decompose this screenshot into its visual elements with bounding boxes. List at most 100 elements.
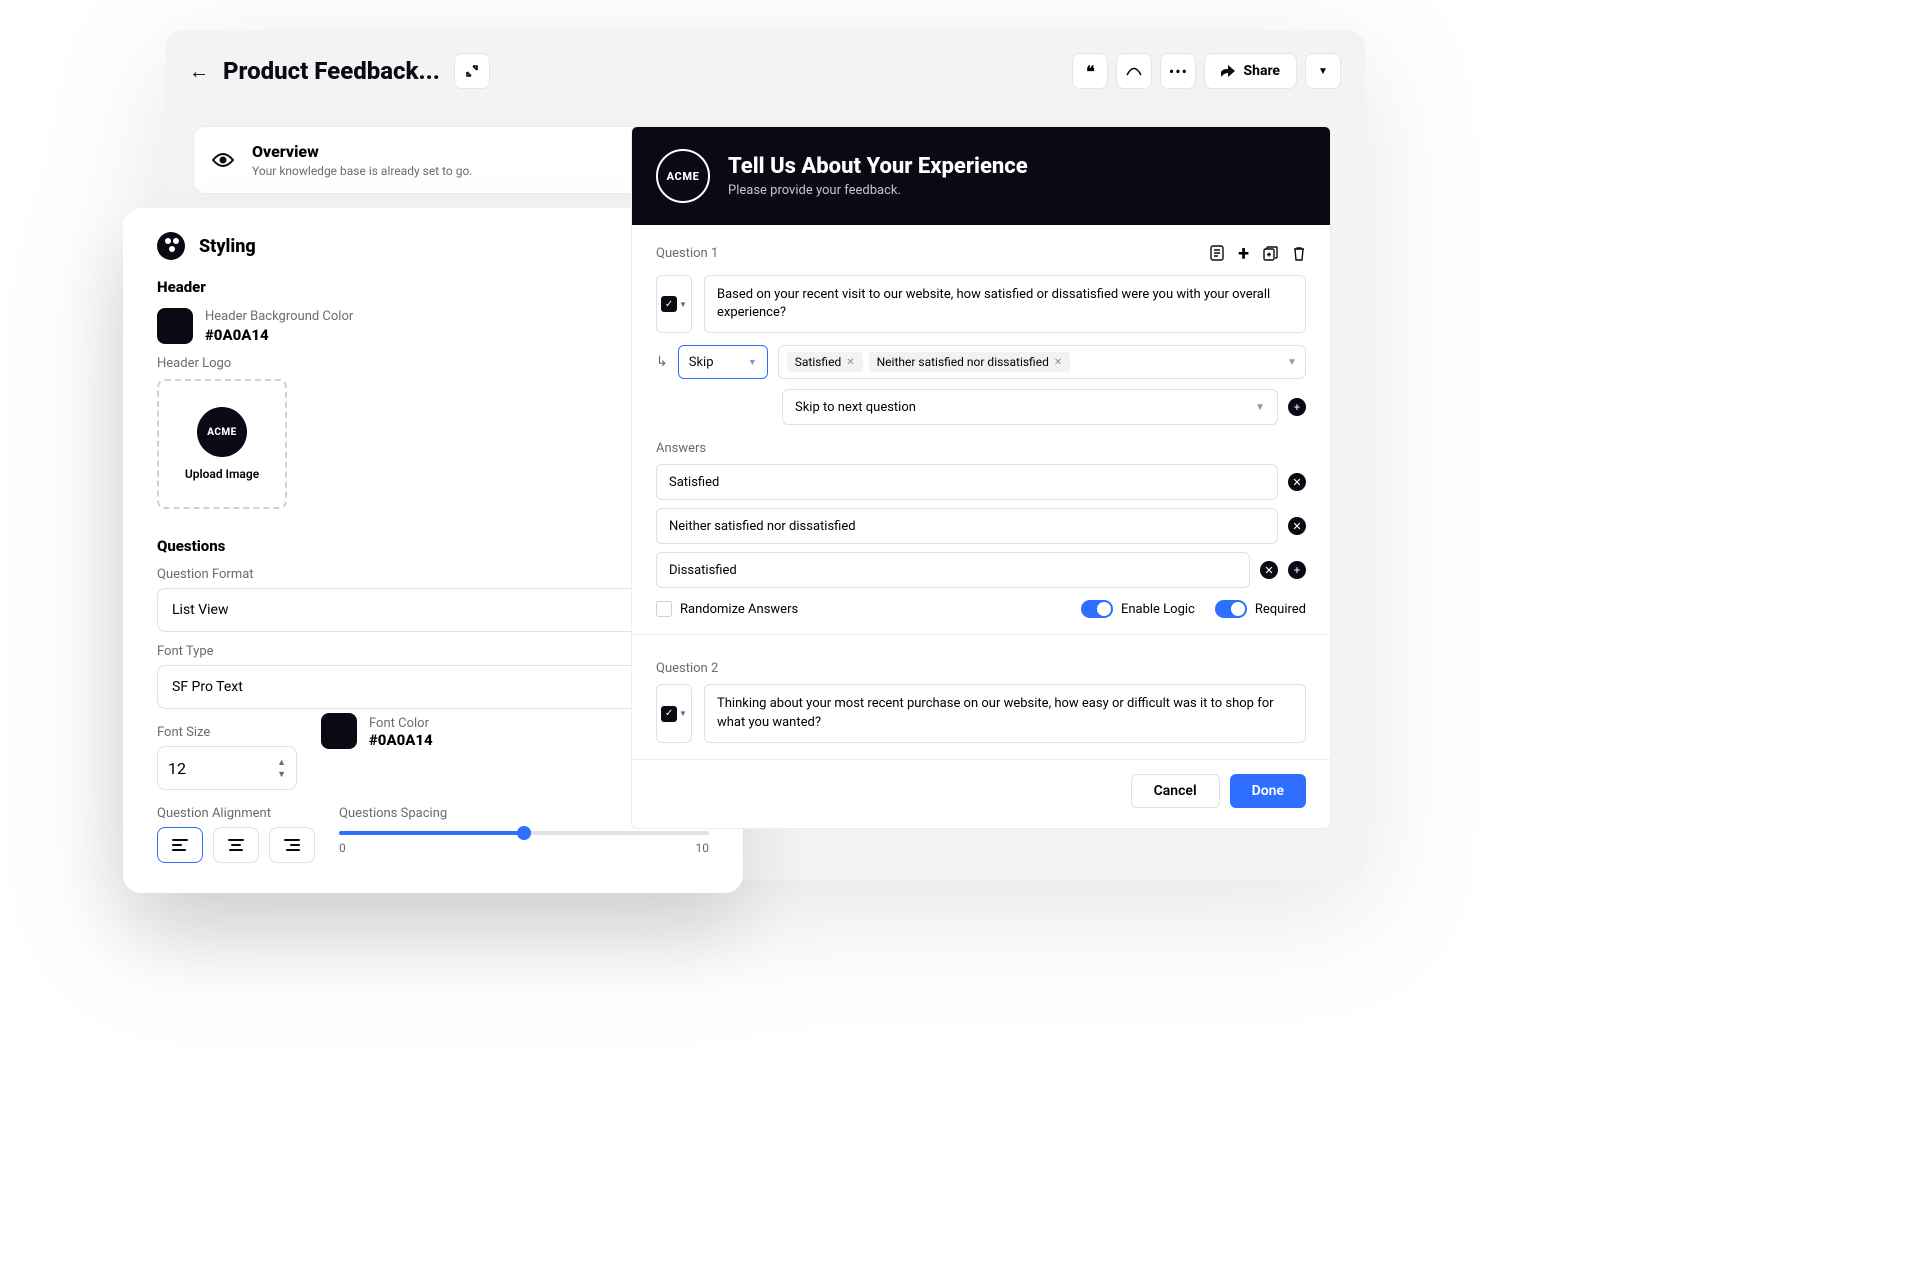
app-frame: ← Product Feedback... ❝ ••• Share ▼ Over… (165, 30, 1365, 880)
question-format-select[interactable]: List View ⌵ (157, 588, 709, 632)
checkbox-icon: ✓ (661, 706, 677, 722)
spacing-slider[interactable]: 0 10 (339, 831, 709, 855)
header-bg-value: #0A0A14 (205, 326, 353, 344)
overview-subtitle: Your knowledge base is already set to go… (252, 164, 472, 178)
enable-logic-label: Enable Logic (1121, 602, 1195, 617)
question-1-text[interactable]: Based on your recent visit to our websit… (704, 275, 1306, 333)
top-bar: ← Product Feedback... ❝ ••• Share ▼ (165, 30, 1365, 90)
font-type-select[interactable]: SF Pro Text ⌵ (157, 665, 709, 709)
question-1-block: Question 1 + ✓ ▼ Based on your recent vi… (632, 225, 1330, 651)
align-right-button[interactable] (269, 827, 315, 863)
checkbox-icon: ✓ (661, 296, 677, 312)
font-color-swatch[interactable] (321, 713, 357, 749)
answer-input[interactable]: Neither satisfied nor dissatisfied (656, 508, 1278, 544)
randomize-label: Randomize Answers (680, 602, 798, 617)
remove-answer-icon[interactable]: ✕ (1288, 517, 1306, 535)
question-type-select[interactable]: ✓ ▼ (656, 684, 692, 742)
question-2-text[interactable]: Thinking about your most recent purchase… (704, 684, 1306, 742)
format-label: Question Format (157, 567, 709, 582)
expand-button[interactable] (454, 53, 490, 89)
skip-to-label: Skip to next question (795, 400, 916, 415)
header-bg-color-picker[interactable]: Header Background Color #0A0A14 (157, 308, 709, 344)
done-button[interactable]: Done (1230, 774, 1306, 808)
remove-answer-icon[interactable]: ✕ (1260, 561, 1278, 579)
required-toggle[interactable] (1215, 600, 1247, 618)
add-icon[interactable]: + (1238, 241, 1249, 265)
font-type-value: SF Pro Text (172, 679, 243, 695)
chevron-down-icon: ▼ (679, 300, 687, 309)
duplicate-icon[interactable] (1263, 246, 1278, 261)
align-center-button[interactable] (213, 827, 259, 863)
condition-tag: Neither satisfied nor dissatisfied✕ (869, 352, 1071, 372)
add-answer-icon[interactable]: + (1288, 561, 1306, 579)
skip-target-select[interactable]: Skip to next question ▼ (782, 389, 1278, 425)
cancel-button[interactable]: Cancel (1131, 774, 1220, 808)
stepper-down-icon[interactable]: ▼ (277, 769, 286, 780)
survey-header: ACME Tell Us About Your Experience Pleas… (632, 127, 1330, 225)
spacing-min: 0 (339, 841, 346, 855)
spacing-max: 10 (696, 841, 710, 855)
share-label: Share (1243, 63, 1280, 79)
notes-icon[interactable] (1210, 245, 1224, 261)
font-size-value: 12 (168, 759, 186, 778)
chevron-down-icon: ▼ (1287, 357, 1297, 368)
upload-logo-button[interactable]: ACME Upload Image (157, 379, 287, 509)
align-left-button[interactable] (157, 827, 203, 863)
answers-label: Answers (656, 441, 1306, 456)
font-color-value: #0A0A14 (369, 731, 433, 749)
randomize-checkbox[interactable] (656, 601, 672, 617)
font-size-input[interactable]: 12 ▲▼ (157, 746, 297, 790)
more-icon[interactable]: ••• (1160, 53, 1196, 89)
header-logo-label: Header Logo (157, 356, 709, 371)
question-1-label: Question 1 (656, 246, 718, 261)
enable-logic-toggle[interactable] (1081, 600, 1113, 618)
question-2-label: Question 2 (656, 661, 718, 676)
color-swatch (157, 308, 193, 344)
quote-icon[interactable]: ❝ (1072, 53, 1108, 89)
survey-footer: Cancel Done (632, 759, 1330, 828)
header-bg-label: Header Background Color (205, 309, 353, 324)
questions-section-label: Questions (157, 537, 709, 555)
styling-title: Styling (199, 236, 256, 257)
answer-input[interactable]: Dissatisfied (656, 552, 1250, 588)
share-icon (1221, 65, 1235, 77)
remove-answer-icon[interactable]: ✕ (1288, 473, 1306, 491)
required-label: Required (1255, 602, 1306, 617)
overview-title: Overview (252, 142, 472, 161)
share-dropdown[interactable]: ▼ (1305, 53, 1341, 89)
upload-label: Upload Image (185, 467, 259, 481)
remove-tag-icon[interactable]: ✕ (1054, 357, 1062, 368)
remove-tag-icon[interactable]: ✕ (846, 357, 854, 368)
stepper-up-icon[interactable]: ▲ (277, 757, 286, 768)
alignment-label: Question Alignment (157, 806, 315, 821)
chevron-down-icon: ▼ (748, 357, 757, 368)
logo-preview: ACME (197, 407, 247, 457)
survey-logo: ACME (656, 149, 710, 203)
page-title: Product Feedback... (223, 57, 440, 85)
skip-label: Skip (689, 355, 714, 370)
header-section-label: Header (157, 278, 709, 296)
branch-icon: ↳ (656, 354, 668, 370)
condition-tag: Satisfied✕ (787, 352, 863, 372)
font-color-label: Font Color (369, 716, 433, 731)
font-size-label: Font Size (157, 725, 297, 740)
question-type-select[interactable]: ✓ ▼ (656, 275, 692, 333)
share-button[interactable]: Share (1204, 53, 1297, 89)
survey-preview: ACME Tell Us About Your Experience Pleas… (631, 126, 1331, 829)
survey-title: Tell Us About Your Experience (728, 154, 1028, 179)
format-value: List View (172, 602, 229, 618)
logic-condition-select[interactable]: Satisfied✕ Neither satisfied nor dissati… (778, 345, 1306, 379)
font-type-label: Font Type (157, 644, 709, 659)
eye-icon (212, 152, 234, 168)
palette-icon (157, 232, 185, 260)
question-2-block: Question 2 ✓ ▼ Thinking about your most … (632, 651, 1330, 758)
delete-icon[interactable] (1292, 246, 1306, 261)
add-logic-button[interactable]: + (1288, 398, 1306, 416)
chevron-down-icon: ▼ (679, 709, 687, 718)
chevron-down-icon: ▼ (1255, 402, 1265, 413)
survey-subtitle: Please provide your feedback. (728, 183, 1028, 198)
answer-input[interactable]: Satisfied (656, 464, 1278, 500)
logic-action-select[interactable]: Skip ▼ (678, 345, 768, 379)
back-arrow-icon[interactable]: ← (189, 59, 209, 84)
preview-icon[interactable] (1116, 53, 1152, 89)
